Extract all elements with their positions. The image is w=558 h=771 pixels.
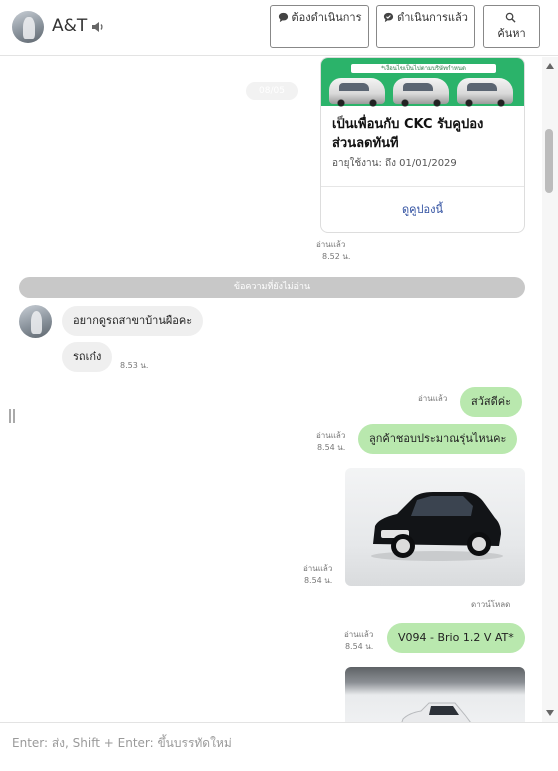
message-meta: อ่านแล้ว 8.52 น. [316, 239, 350, 263]
read-receipt: อ่านแล้ว [316, 431, 346, 440]
compose-area [0, 722, 558, 771]
message-time: 8.54 น. [303, 576, 333, 585]
coupon-car-image [329, 78, 385, 107]
pending-button[interactable]: ต้องดำเนินการ [270, 5, 369, 48]
sender-avatar[interactable] [19, 305, 52, 338]
search-button[interactable]: ค้นหา [483, 5, 540, 48]
view-coupon-link[interactable]: ดูคูปองนี้ [321, 200, 524, 218]
read-receipt: อ่านแล้ว [418, 394, 448, 403]
message-list[interactable]: 08/05 *เงื่อนไขเป็นไปตามบริษัทกำหนด เป็น… [0, 57, 558, 722]
message-meta: อ่านแล้ว 8.54 น. [303, 563, 332, 587]
done-label: ดำเนินการแล้ว [397, 11, 468, 24]
coupon-car-image [457, 78, 513, 107]
coupon-expiry: อายุใช้งาน: ถึง 01/01/2029 [332, 158, 457, 169]
read-receipt: อ่านแล้ว [316, 240, 346, 249]
scroll-down-arrow-icon[interactable] [546, 710, 554, 716]
incoming-message[interactable]: อยากดูรถสาขาบ้านผือคะ [62, 306, 204, 336]
pending-label: ต้องดำเนินการ [291, 11, 362, 24]
read-receipt: อ่านแล้ว [344, 630, 374, 639]
outgoing-message[interactable]: สวัสดีค่ะ [460, 387, 523, 417]
search-label: ค้นหา [497, 27, 526, 40]
date-chip: 08/05 [246, 82, 298, 100]
scroll-up-arrow-icon[interactable] [546, 63, 554, 69]
download-link[interactable]: ดาวน์โหลด [471, 598, 510, 611]
car-image [401, 702, 471, 722]
incoming-message[interactable]: รถเก๋ง [62, 342, 113, 372]
car-image [371, 492, 503, 561]
message-meta: อ่านแล้ว 8.54 น. [344, 629, 373, 653]
contact-avatar[interactable] [12, 11, 44, 43]
outgoing-message[interactable]: V094 - Brio 1.2 V AT* [387, 623, 525, 653]
speaker-icon[interactable] [90, 19, 106, 35]
divider [321, 186, 524, 187]
chat-bubble-icon [278, 12, 288, 23]
message-time: 8.54 น. [344, 642, 374, 651]
coupon-image: *เงื่อนไขเป็นไปตามบริษัทกำหนด [321, 58, 524, 107]
coupon-card[interactable]: *เงื่อนไขเป็นไปตามบริษัทกำหนด เป็นเพื่อน… [320, 57, 525, 233]
coupon-title: เป็นเพื่อนกับ CKC รับคูปองส่วนลดทันที [332, 117, 484, 151]
unread-divider: ข้อความที่ยังไม่อ่าน [19, 277, 525, 298]
resize-handle[interactable] [9, 409, 15, 423]
message-time: 8.54 น. [316, 443, 346, 452]
read-receipt: อ่านแล้ว [303, 564, 333, 573]
car-photo[interactable] [345, 667, 525, 722]
scrollbar[interactable] [542, 57, 558, 722]
car-photo[interactable] [345, 468, 525, 586]
coupon-car-image [393, 78, 449, 107]
chat-header: A&T ต้องดำเนินการ ดำเนินการแล้ว ค้นหา [0, 0, 558, 56]
contact-name[interactable]: A&T [52, 16, 87, 36]
outgoing-message[interactable]: ลูกค้าชอบประมาณรุ่นไหนคะ [358, 424, 518, 454]
coupon-banner-text: *เงื่อนไขเป็นไปตามบริษัทกำหนด [351, 64, 496, 73]
search-icon [505, 12, 516, 23]
chat-check-icon [383, 12, 394, 23]
message-input[interactable] [0, 723, 558, 763]
scrollbar-thumb[interactable] [545, 129, 553, 193]
message-time: 8.53 น. [120, 361, 149, 370]
message-meta: อ่านแล้ว 8.54 น. [316, 430, 345, 454]
done-button[interactable]: ดำเนินการแล้ว [376, 5, 475, 48]
message-time: 8.52 น. [322, 252, 351, 261]
